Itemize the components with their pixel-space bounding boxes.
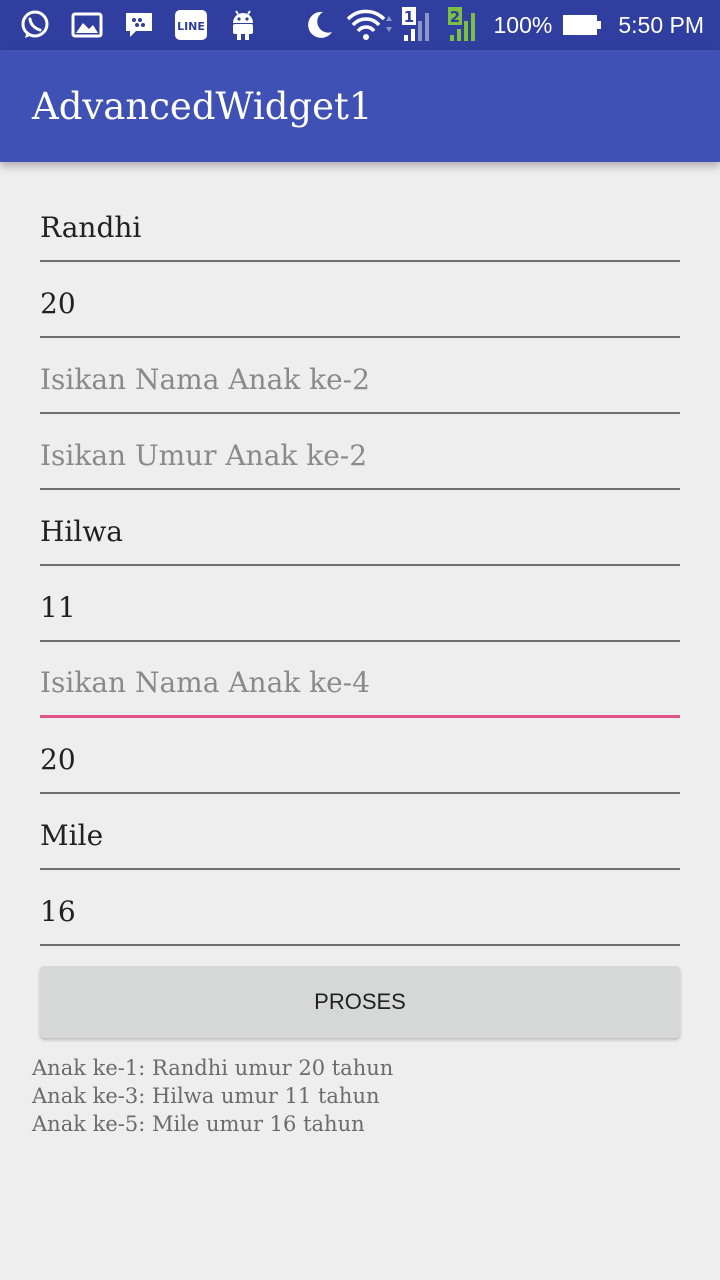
field-value: 20 (40, 743, 76, 776)
signal-sim2-icon: 2 (447, 7, 484, 42)
android-icon (226, 8, 260, 42)
field-value: Hilwa (40, 515, 123, 548)
field-value: 20 (40, 287, 76, 320)
text-field[interactable]: Hilwa (40, 490, 680, 566)
battery-icon (562, 8, 602, 42)
text-field[interactable]: 11 (40, 566, 680, 642)
text-field[interactable]: Mile (40, 794, 680, 870)
battery-percent: 100% (493, 11, 553, 38)
text-field[interactable]: Isikan Umur Anak ke-2 (40, 414, 680, 490)
sim1-label: 1 (403, 8, 413, 26)
text-field[interactable]: Isikan Nama Anak ke-2 (40, 338, 680, 414)
text-field[interactable]: 20 (40, 262, 680, 338)
status-bar: LINE 1 2 100% 5:50 PM (0, 0, 720, 50)
whatsapp-icon (18, 8, 52, 42)
result-line: Anak ke-1: Randhi umur 20 tahun (32, 1056, 394, 1080)
field-value: Mile (40, 819, 104, 852)
app-title: AdvancedWidget1 (32, 84, 373, 128)
result-line: Anak ke-3: Hilwa umur 11 tahun (32, 1084, 380, 1108)
bbm-icon (122, 8, 156, 42)
gallery-icon (70, 8, 104, 42)
field-value: Randhi (40, 211, 142, 244)
signal-sim1-icon: 1 (401, 7, 438, 42)
wifi-icon (346, 8, 392, 42)
field-value: 16 (40, 895, 76, 928)
result-text: Anak ke-1: Randhi umur 20 tahun Anak ke-3… (32, 1054, 393, 1138)
field-placeholder: Isikan Umur Anak ke-2 (40, 439, 368, 472)
moon-icon (302, 8, 336, 42)
app-bar: AdvancedWidget1 (0, 50, 720, 162)
sim2-label: 2 (449, 8, 459, 26)
text-field[interactable]: Isikan Nama Anak ke-4 (40, 642, 680, 718)
app-icon: LINE (174, 8, 208, 42)
text-field[interactable]: Randhi (40, 186, 680, 262)
svg-text:LINE: LINE (177, 20, 205, 33)
result-line: Anak ke-5: Mile umur 16 tahun (32, 1112, 365, 1136)
child-form: Randhi 20 Isikan Nama Anak ke-2 Isikan Umur… (40, 186, 680, 946)
text-field[interactable]: 16 (40, 870, 680, 946)
field-placeholder: Isikan Nama Anak ke-4 (40, 666, 370, 699)
clock: 5:50 PM (618, 11, 704, 38)
proses-button[interactable]: PROSES (40, 966, 680, 1038)
text-field[interactable]: 20 (40, 718, 680, 794)
field-value: 11 (40, 591, 76, 624)
field-placeholder: Isikan Nama Anak ke-2 (40, 363, 370, 396)
